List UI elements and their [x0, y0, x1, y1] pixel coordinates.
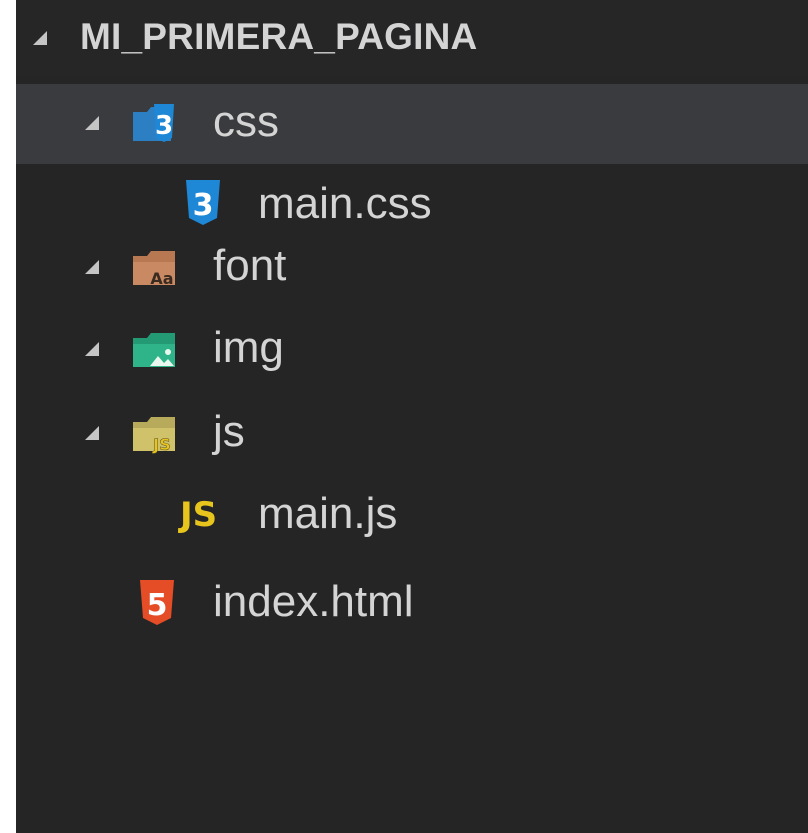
file-explorer: MI_PRIMERA_PAGINA 3 css 3 main.css Aa fo… — [16, 0, 808, 833]
tree-item-img-folder[interactable]: img — [16, 310, 808, 390]
svg-text:JS: JS — [152, 435, 170, 454]
expand-triangle-icon[interactable] — [83, 424, 101, 447]
image-folder-icon — [130, 326, 176, 372]
expand-triangle-icon[interactable] — [83, 340, 101, 363]
svg-text:3: 3 — [155, 111, 173, 141]
tree-item-label: js — [213, 407, 245, 456]
font-folder-icon: Aa — [130, 244, 176, 290]
tree-item-index-html[interactable]: 5 index.html — [16, 564, 808, 644]
expand-triangle-icon[interactable] — [83, 258, 101, 281]
svg-text:Aa: Aa — [150, 269, 173, 288]
tree-item-font-folder[interactable]: Aa font — [16, 228, 808, 308]
javascript-icon: JS — [180, 495, 218, 535]
js-folder-icon: JS — [130, 410, 176, 456]
expand-triangle-icon[interactable] — [83, 114, 101, 137]
css3-icon: 3 — [180, 178, 226, 225]
tree-item-label: index.html — [213, 577, 414, 626]
svg-text:5: 5 — [147, 588, 168, 623]
tree-item-css-folder[interactable]: 3 css — [16, 84, 808, 164]
tree-item-label: main.css — [258, 179, 432, 228]
expand-triangle-icon[interactable] — [31, 29, 49, 52]
tree-item-label: main.js — [258, 489, 398, 538]
svg-text:3: 3 — [193, 188, 214, 223]
tree-item-label: img — [213, 323, 284, 372]
explorer-root-header[interactable]: MI_PRIMERA_PAGINA — [16, 0, 808, 76]
tree-item-label: css — [213, 97, 279, 146]
tree-item-main-js[interactable]: JS main.js — [16, 476, 808, 556]
css-folder-icon: 3 — [130, 100, 176, 146]
html5-icon: 5 — [134, 578, 180, 625]
tree-item-label: font — [213, 241, 287, 290]
root-folder-label: MI_PRIMERA_PAGINA — [80, 16, 478, 57]
tree-item-js-folder[interactable]: JS js — [16, 394, 808, 474]
